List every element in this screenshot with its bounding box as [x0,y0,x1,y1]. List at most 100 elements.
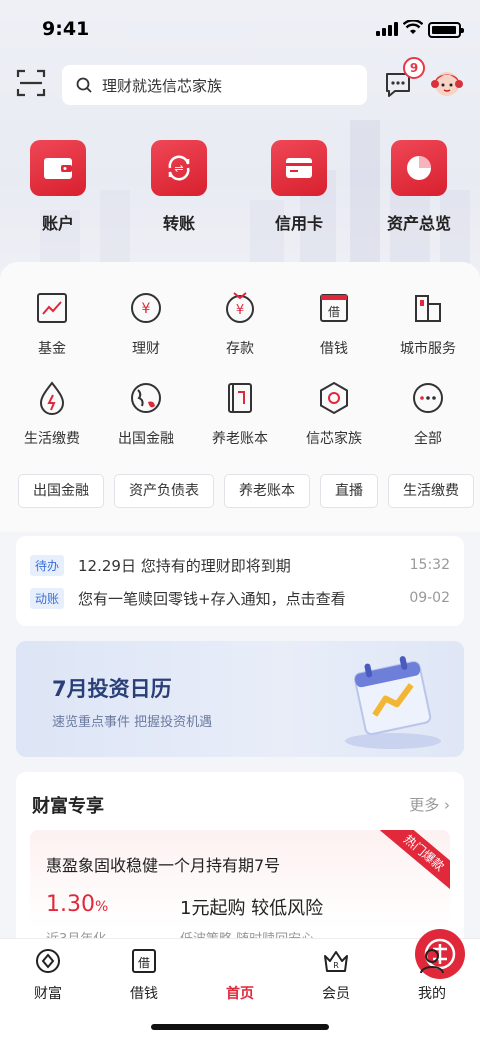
credit-card-icon [271,140,327,196]
service-label: 出国金融 [118,431,174,447]
notice-text: 12.29日 您持有的理财即将到期 [78,556,291,575]
action-label: 资产总览 [386,214,451,233]
tab-member[interactable]: R 会员 [296,947,376,1003]
notice-text: 您有一笔赎回零钱+存入通知，点击查看 [78,589,346,608]
avatar[interactable] [430,66,464,100]
home-indicator [151,1024,329,1030]
calendar-illustration-icon [345,656,441,749]
svg-text:R: R [333,961,339,970]
service-label: 理财 [132,341,160,357]
bottom-tab-bar: 财富 借 借钱 首页 R 会员 我的 [0,929,480,1039]
rate-value: 1.30 [46,892,95,917]
notice-tag: 待办 [30,554,65,576]
main-actions: 账户 ⇌ 转账 信用卡 资产总览 [0,140,480,240]
tab-profile[interactable]: 我的 [392,947,472,1003]
service-label: 借钱 [320,341,348,357]
service-label: 基金 [38,341,66,357]
wallet-icon [30,140,86,196]
service-label: 生活缴费 [24,431,80,447]
section-title: 财富专享 [32,796,104,817]
service-fund[interactable]: 基金 [4,290,100,358]
svg-text:¥: ¥ [142,301,151,317]
wealth-icon [36,949,60,973]
notice-row[interactable]: 待办 12.29日 您持有的理财即将到期 15:32 [30,552,450,578]
svg-text:借: 借 [138,956,150,970]
cellular-signal-icon [376,22,398,36]
message-count-badge: 9 [403,57,425,79]
battery-icon [428,22,464,38]
notice-time: 09-02 [409,590,450,606]
product-name: 惠盈象固收稳健一个月持有期7号 [46,856,281,875]
more-dots-icon [413,383,443,413]
tab-label: 财富 [34,986,62,1002]
status-time: 9:41 [42,18,90,40]
tab-home[interactable]: 首页 [200,929,465,1003]
action-credit-card[interactable]: 信用卡 [249,140,349,234]
chip[interactable]: 资产负债表 [114,474,214,508]
service-label: 城市服务 [400,341,456,357]
investment-calendar-banner[interactable]: 7月投资日历 速览重点事件 把握投资机遇 [16,641,464,757]
service-label: 养老账本 [212,431,268,447]
notice-tag: 动账 [30,587,65,609]
service-label: 全部 [414,431,442,447]
tab-label: 我的 [418,986,446,1002]
notice-time: 15:32 [409,557,450,573]
action-label: 账户 [41,214,74,233]
tab-label: 首页 [226,986,254,1002]
svg-text:¥: ¥ [236,303,244,318]
water-drop-icon [39,381,65,415]
fund-chart-icon [37,293,67,323]
action-label: 信用卡 [274,214,323,233]
service-wealth-management[interactable]: ¥ 理财 [98,290,194,358]
chip[interactable]: 生活缴费 [388,474,474,508]
tab-wealth[interactable]: 财富 [8,947,88,1003]
service-utilities[interactable]: 生活缴费 [4,380,100,448]
chip[interactable]: 直播 [320,474,378,508]
tab-label: 会员 [322,986,350,1002]
shortcut-chips: 出国金融 资产负债表 养老账本 直播 生活缴费 [18,474,480,510]
service-deposit[interactable]: ¥ 存款 [192,290,288,358]
search-placeholder: 理财就选信芯家族 [102,76,223,95]
deposit-icon: ¥ [226,292,254,323]
service-label: 存款 [226,341,254,357]
chip[interactable]: 出国金融 [18,474,104,508]
wifi-icon [403,20,423,34]
tab-label: 借钱 [130,986,158,1002]
borrow-icon: 借 [132,949,156,973]
service-pension[interactable]: 养老账本 [192,380,288,448]
action-transfer[interactable]: ⇌ 转账 [129,140,229,234]
pie-chart-icon [391,140,447,196]
borrow-icon: 借 [320,294,348,322]
status-bar: 9:41 [0,0,480,60]
action-label: 转账 [162,214,195,233]
service-label: 信芯家族 [306,431,362,447]
tab-borrow[interactable]: 借 借钱 [104,947,184,1003]
action-account[interactable]: 账户 [8,140,108,234]
notice-row[interactable]: 动账 您有一笔赎回零钱+存入通知，点击查看 09-02 [30,585,450,611]
product-feature: 1元起购 较低风险 [180,898,324,919]
search-icon [76,77,92,93]
action-asset-overview[interactable]: 资产总览 [369,140,469,234]
member-crown-icon: R [324,951,348,972]
service-overseas[interactable]: 出国金融 [98,380,194,448]
product-rate: 1.30% [46,892,108,917]
more-link[interactable]: 更多 › [409,794,450,815]
svg-text:借: 借 [328,305,340,319]
scan-icon[interactable] [16,68,46,98]
chip[interactable]: 养老账本 [224,474,310,508]
city-building-icon [415,295,441,322]
yuan-coin-icon: ¥ [131,293,161,323]
transfer-icon: ⇌ [151,140,207,196]
hot-ribbon: 热门爆款 [380,830,450,893]
globe-icon [131,383,161,413]
service-all[interactable]: 全部 [380,380,476,448]
search-bar[interactable]: 理财就选信芯家族 [62,65,367,105]
service-borrow[interactable]: 借 借钱 [286,290,382,358]
rate-unit: % [94,899,109,915]
notice-card: 待办 12.29日 您持有的理财即将到期 15:32 动账 您有一笔赎回零钱+存… [16,536,464,626]
service-city[interactable]: 城市服务 [380,290,476,358]
ledger-icon [228,383,252,413]
banner-subtitle: 速览重点事件 把握投资机遇 [52,715,213,730]
service-xinxin-family[interactable]: 信芯家族 [286,380,382,448]
banner-title: 7月投资日历 [52,677,172,701]
